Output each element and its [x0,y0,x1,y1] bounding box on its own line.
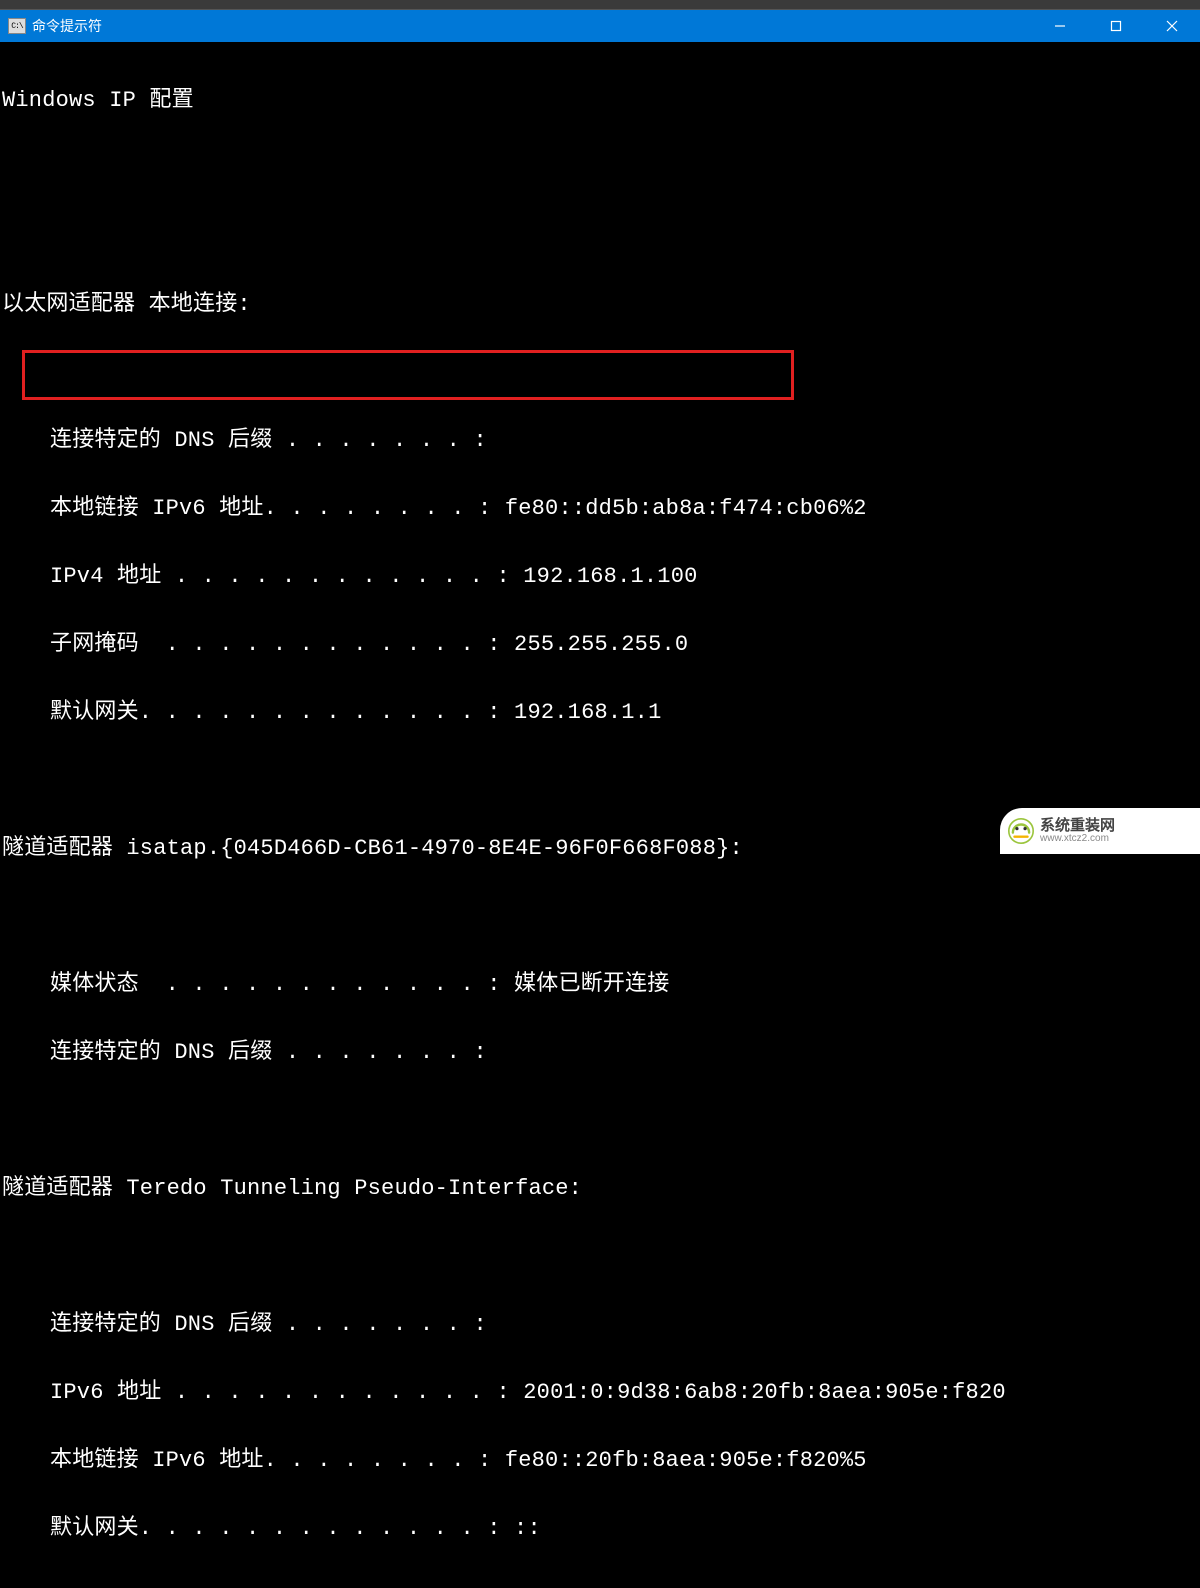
ipv6-link-line: 本地链接 IPv6 地址. . . . . . . . : fe80::dd5b… [2,492,1198,526]
subnet-mask-line: 子网掩码 . . . . . . . . . . . . : 255.255.2… [2,628,1198,662]
dns-suffix-line: 连接特定的 DNS 后缀 . . . . . . . : [2,1036,1198,1070]
default-gateway-line: 默认网关. . . . . . . . . . . . . : 192.168.… [2,696,1198,730]
maximize-button[interactable] [1088,10,1144,42]
ipv6-link-line: 本地链接 IPv6 地址. . . . . . . . : fe80::20fb… [2,1444,1198,1478]
blank-line [2,1240,1198,1274]
blank-line [2,220,1198,254]
top-border [0,0,1200,10]
ipv6-address-line: IPv6 地址 . . . . . . . . . . . . : 2001:0… [2,1376,1198,1410]
maximize-icon [1110,20,1122,32]
watermark-badge: 系统重装网 www.xtcz2.com [1000,808,1200,854]
adapter-teredo-title: 隧道适配器 Teredo Tunneling Pseudo-Interface: [2,1172,1198,1206]
window-title: 命令提示符 [32,16,1032,36]
ipv4-address-line: IPv4 地址 . . . . . . . . . . . . : 192.16… [2,560,1198,594]
default-gateway-line: 默认网关. . . . . . . . . . . . . : :: [2,1512,1198,1546]
adapter-ethernet-title: 以太网适配器 本地连接: [2,288,1198,322]
media-state-line: 媒体状态 . . . . . . . . . . . . : 媒体已断开连接 [2,968,1198,1002]
blank-line [2,152,1198,186]
watermark-title: 系统重装网 [1040,818,1115,834]
blank-line [2,764,1198,798]
blank-line [2,1104,1198,1138]
dns-suffix-line: 连接特定的 DNS 后缀 . . . . . . . : [2,1308,1198,1342]
close-icon [1166,20,1178,32]
cmd-icon: C:\ [8,18,26,34]
blank-line [2,900,1198,934]
close-button[interactable] [1144,10,1200,42]
window-controls [1032,10,1200,42]
watermark-logo-icon [1008,818,1034,844]
blank-line [2,356,1198,390]
minimize-icon [1054,20,1066,32]
watermark-text: 系统重装网 www.xtcz2.com [1040,818,1115,844]
minimize-button[interactable] [1032,10,1088,42]
ip-config-header: Windows IP 配置 [2,84,1198,118]
watermark-url: www.xtcz2.com [1040,834,1115,845]
titlebar[interactable]: C:\ 命令提示符 [0,10,1200,42]
dns-suffix-line: 连接特定的 DNS 后缀 . . . . . . . : [2,424,1198,458]
